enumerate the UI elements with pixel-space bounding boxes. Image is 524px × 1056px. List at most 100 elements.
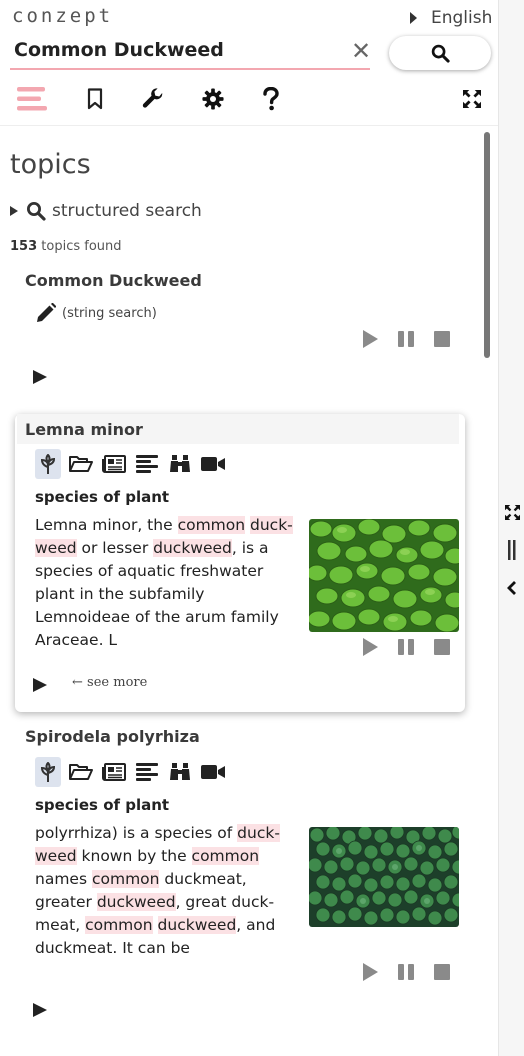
- folder-open-icon[interactable]: [68, 449, 94, 479]
- play-topic-button[interactable]: [30, 675, 50, 695]
- topic-title[interactable]: Spirodela polyrhiza: [25, 727, 200, 746]
- pause-icon: [398, 964, 414, 980]
- pause-button[interactable]: [395, 328, 417, 350]
- play-button[interactable]: [359, 961, 381, 983]
- language-selector[interactable]: English: [410, 8, 492, 28]
- highlighted-term: common: [191, 847, 260, 865]
- media-controls: [359, 961, 453, 983]
- highlighted-term: duckweed: [96, 893, 176, 911]
- play-button[interactable]: [359, 636, 381, 658]
- stop-button[interactable]: [431, 636, 453, 658]
- description-text: Lemna minor, the: [35, 516, 178, 534]
- plant-icon[interactable]: [35, 757, 61, 787]
- bookmark-icon: [87, 88, 103, 110]
- tools-button[interactable]: [138, 84, 168, 114]
- stop-icon: [434, 331, 450, 347]
- structured-search-toggle[interactable]: structured search: [10, 201, 202, 221]
- expand-panel-button[interactable]: [499, 500, 524, 524]
- results-panel: topics structured search 153 topics foun…: [0, 127, 480, 1056]
- highlighted-term: duck-: [250, 516, 293, 534]
- highlighted-term: weed: [35, 539, 77, 557]
- results-count-text: topics found: [37, 239, 122, 254]
- stop-button[interactable]: [431, 961, 453, 983]
- play-icon: [33, 370, 47, 384]
- topic-subtitle: species of plant: [35, 488, 170, 506]
- chevron-left-icon: [507, 581, 516, 595]
- topic-thumbnail[interactable]: [309, 827, 459, 927]
- highlighted-term: duckweed: [153, 539, 232, 557]
- folder-open-icon[interactable]: [68, 757, 94, 787]
- expand-arrow-icon: [10, 206, 18, 216]
- description-text: polyrrhiza) is a species of: [35, 824, 238, 842]
- play-icon: [33, 678, 47, 692]
- expand-icon: [504, 504, 520, 520]
- pause-button[interactable]: [395, 961, 417, 983]
- see-more-link[interactable]: ← see more: [72, 675, 147, 690]
- fullscreen-icon: [463, 90, 481, 108]
- string-search-row[interactable]: (string search): [36, 303, 157, 323]
- video-icon[interactable]: [200, 757, 226, 787]
- highlighted-term: weed: [35, 847, 77, 865]
- video-icon[interactable]: [200, 449, 226, 479]
- clear-search-icon[interactable]: ✕: [350, 38, 372, 64]
- topic-thumbnail[interactable]: [309, 519, 459, 632]
- align-left-icon[interactable]: [134, 757, 160, 787]
- search-icon: [27, 202, 46, 221]
- description-text: or lesser: [76, 539, 154, 557]
- media-controls: [359, 636, 453, 658]
- search-input[interactable]: [14, 34, 314, 66]
- resize-handle[interactable]: [499, 538, 524, 562]
- see-more-label: see more: [87, 675, 148, 690]
- stop-icon: [434, 964, 450, 980]
- topic-icon-row: [35, 449, 233, 479]
- string-search-note: (string search): [62, 305, 157, 321]
- media-controls: [359, 328, 453, 350]
- structured-search-label: structured search: [52, 201, 202, 221]
- page-title: topics: [10, 149, 91, 180]
- menu-button[interactable]: [17, 84, 47, 114]
- play-button[interactable]: [359, 328, 381, 350]
- fullscreen-button[interactable]: [457, 84, 487, 114]
- align-left-icon[interactable]: [134, 449, 160, 479]
- gear-icon: [202, 88, 224, 110]
- string-result-title[interactable]: Common Duckweed: [25, 271, 202, 290]
- side-panel: [498, 0, 524, 1056]
- results-count-number: 153: [10, 239, 38, 254]
- description-text: known by the: [76, 847, 192, 865]
- binoculars-icon[interactable]: [167, 449, 193, 479]
- pause-button[interactable]: [395, 636, 417, 658]
- binoculars-icon[interactable]: [167, 757, 193, 787]
- search-button[interactable]: [389, 36, 491, 70]
- description-text: names: [35, 870, 92, 888]
- menu-icon: [17, 87, 47, 111]
- play-string-result-button[interactable]: [30, 367, 50, 387]
- bookmark-button[interactable]: [80, 84, 110, 114]
- topic-title[interactable]: Lemna minor: [25, 420, 143, 439]
- highlighted-term: duck-: [237, 824, 280, 842]
- topic-description: Lemna minor, the common duck-weed or les…: [35, 514, 297, 652]
- newspaper-icon[interactable]: [101, 757, 127, 787]
- play-icon: [363, 330, 378, 348]
- language-label: English: [431, 8, 493, 28]
- plant-icon[interactable]: [35, 449, 61, 479]
- search-field[interactable]: ✕: [10, 34, 372, 70]
- stop-icon: [434, 639, 450, 655]
- play-icon: [33, 1003, 47, 1017]
- pencil-icon: [37, 303, 56, 322]
- highlighted-term: common: [85, 916, 153, 934]
- pause-icon: [398, 639, 414, 655]
- highlighted-term: common: [91, 870, 160, 888]
- stop-button[interactable]: [431, 328, 453, 350]
- collapse-panel-button[interactable]: [499, 576, 524, 600]
- scrollbar-thumb[interactable]: [484, 132, 490, 358]
- play-topic-button[interactable]: [30, 1000, 50, 1020]
- help-button[interactable]: [256, 84, 286, 114]
- arrow-left-icon: ←: [72, 675, 83, 690]
- newspaper-icon[interactable]: [101, 449, 127, 479]
- topic-description: polyrrhiza) is a species of duck-weed kn…: [35, 822, 297, 960]
- wrench-icon: [142, 88, 163, 108]
- brand-logo[interactable]: conzept: [12, 5, 113, 27]
- topic-subtitle: species of plant: [35, 796, 170, 814]
- topic-icon-row: [35, 757, 233, 787]
- settings-button[interactable]: [198, 84, 228, 114]
